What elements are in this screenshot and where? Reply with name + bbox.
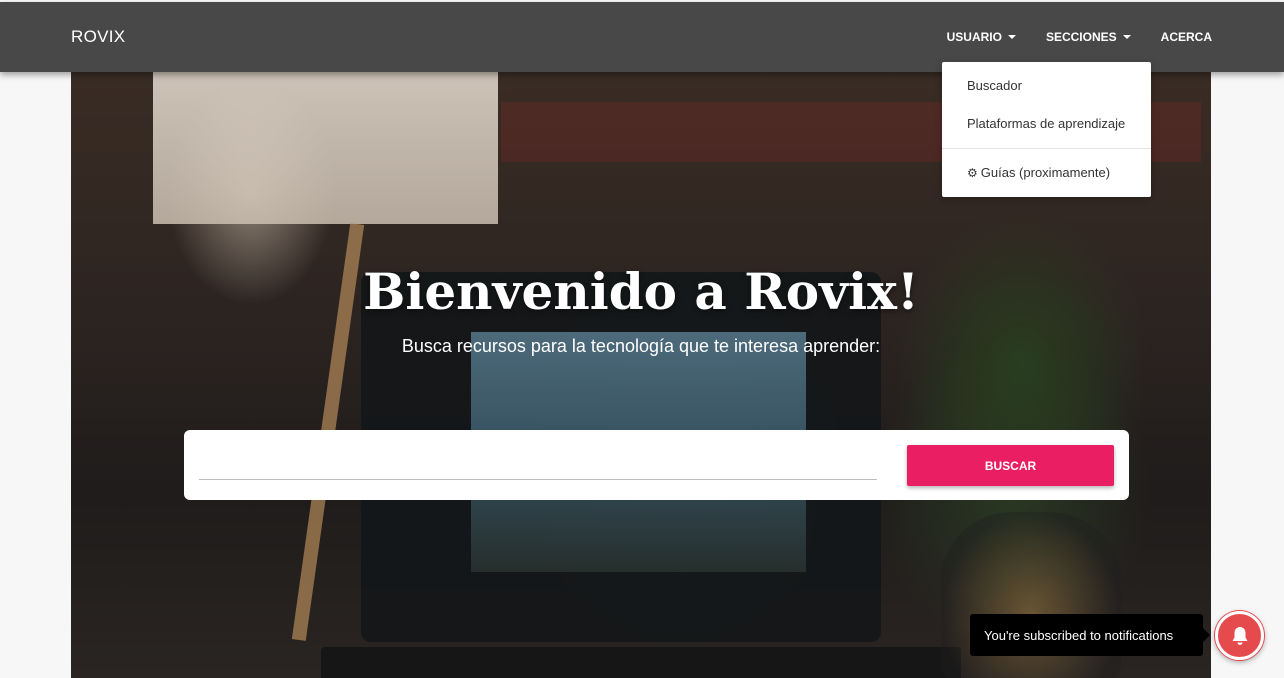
nav-item-label: ACERCA [1160, 30, 1212, 44]
toast-arrow [1203, 628, 1210, 642]
dropdown-item-plataformas[interactable]: Plataformas de aprendizaje [967, 116, 1125, 131]
gear-icon: ⚙ [967, 166, 978, 180]
hero-background-lamp [153, 72, 498, 224]
search-input[interactable] [199, 448, 877, 480]
brand-logo[interactable]: ROVIX [71, 27, 125, 47]
bell-icon [1232, 626, 1247, 645]
notification-bell-button[interactable] [1215, 611, 1264, 660]
caret-down-icon [1122, 35, 1131, 39]
search-button[interactable]: BUSCAR [907, 445, 1114, 486]
nav-item-label: USUARIO [946, 30, 1002, 44]
dropdown-divider [942, 148, 1151, 149]
toast-text: You're subscribed to notifications [984, 627, 1174, 643]
secciones-dropdown-menu: Buscador Plataformas de aprendizaje ⚙ Guí… [942, 62, 1151, 197]
nav-item-usuario[interactable]: USUARIO [947, 30, 1016, 44]
hero-background-keyboard [321, 647, 961, 678]
caret-down-icon [1007, 35, 1016, 39]
hero-subtitle: Busca recursos para la tecnología que te… [401, 336, 881, 356]
nav-item-secciones[interactable]: SECCIONES [1046, 30, 1131, 44]
nav-item-label: SECCIONES [1045, 30, 1117, 44]
dropdown-item-buscador[interactable]: Buscador [967, 78, 1022, 93]
dropdown-item-label: Guías (proximamente) [980, 165, 1111, 180]
hero-title: Bienvenido a Rovix! [363, 262, 919, 321]
search-card: BUSCAR [184, 430, 1129, 500]
dropdown-item-guias[interactable]: ⚙ Guías (proximamente) [967, 165, 1110, 180]
nav-item-acerca[interactable]: ACERCA [1161, 30, 1212, 44]
notification-toast: You're subscribed to notifications [970, 614, 1210, 656]
